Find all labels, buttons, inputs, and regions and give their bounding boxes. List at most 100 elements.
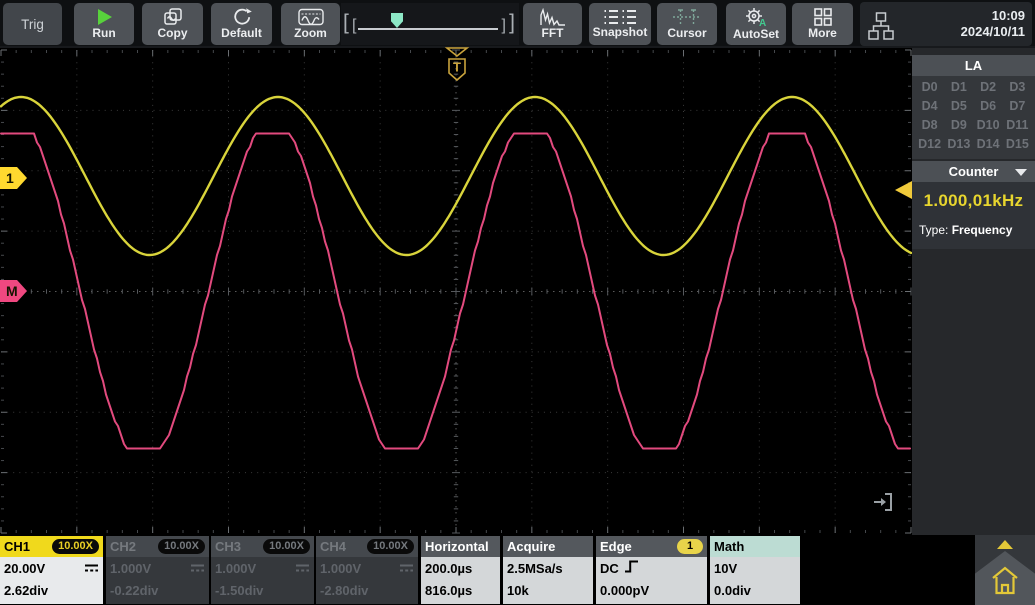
trigger-time-marker[interactable]: T — [443, 46, 471, 89]
ch4-scale: 1.000V — [320, 559, 361, 579]
chevron-down-icon — [1015, 169, 1027, 176]
home-icon[interactable] — [990, 565, 1020, 602]
zoom-button[interactable]: Zoom — [281, 3, 340, 45]
la-title: LA — [965, 58, 982, 73]
acquire-status-box[interactable]: Acquire 2.5MSa/s 10k — [503, 536, 593, 604]
ch1-name: CH1 — [4, 539, 30, 554]
trigger-coupling: DC — [600, 559, 619, 579]
la-channel-D2[interactable]: D2 — [974, 78, 1003, 97]
horizontal-status-box[interactable]: Horizontal 200.0µs 816.0µs — [421, 536, 500, 604]
network-icon[interactable] — [868, 12, 894, 45]
la-channel-D5[interactable]: D5 — [944, 97, 973, 116]
la-channel-D15[interactable]: D15 — [1003, 135, 1032, 154]
ch3-probe-badge: 10.00X — [263, 539, 310, 554]
counter-title: Counter — [949, 164, 999, 179]
snapshot-label: Snapshot — [593, 26, 648, 39]
horizontal-title: Horizontal — [425, 539, 489, 554]
trigger-position-marker[interactable] — [391, 13, 403, 28]
cursor-label: Cursor — [667, 27, 706, 40]
counter-value: 1.000,01kHz — [912, 191, 1035, 211]
collapse-up-icon[interactable] — [997, 540, 1013, 549]
zoom-icon — [298, 8, 324, 26]
clock-time: 10:09 — [961, 8, 1025, 24]
fft-button[interactable]: FFT — [523, 3, 582, 45]
trigger-title: Edge — [600, 539, 632, 554]
counter-body: 1.000,01kHz Type: Frequency — [912, 182, 1035, 249]
la-channel-D10[interactable]: D10 — [974, 116, 1003, 135]
la-channel-D13[interactable]: D13 — [944, 135, 973, 154]
copy-icon — [162, 8, 184, 26]
ch4-name: CH4 — [320, 539, 346, 554]
la-channel-D6[interactable]: D6 — [974, 97, 1003, 116]
ch3-name: CH3 — [215, 539, 241, 554]
ch2-status-box[interactable]: CH2 10.00X 1.000V -0.22div — [106, 536, 209, 604]
counter-panel-header[interactable]: Counter — [912, 161, 1035, 182]
ch1-probe-badge: 10.00X — [52, 539, 99, 554]
acquire-title: Acquire — [507, 539, 555, 554]
collapse-display-icon[interactable] — [872, 491, 894, 518]
la-channel-D9[interactable]: D9 — [944, 116, 973, 135]
default-label: Default — [221, 27, 262, 40]
fft-label: FFT — [542, 27, 564, 40]
la-channel-D8[interactable]: D8 — [915, 116, 944, 135]
horizontal-position: 816.0µs — [425, 581, 472, 601]
autoset-label: AutoSet — [733, 28, 779, 41]
ch3-scale: 1.000V — [215, 559, 256, 579]
la-panel: LA D0D1D2D3 D4D5D6D7 D8D9D10D11 D12D13D14D1… — [912, 55, 1035, 159]
la-channel-D14[interactable]: D14 — [974, 135, 1003, 154]
math-offset: 0.0div — [714, 581, 751, 601]
waveform-canvas[interactable] — [0, 48, 912, 535]
ch3-offset: -1.50div — [215, 581, 263, 601]
trigger-source-badge: 1 — [677, 539, 703, 554]
slider-outer-left-bracket: [ — [343, 11, 349, 35]
dc-coupling-icon — [190, 559, 205, 579]
home-panel[interactable] — [975, 535, 1035, 605]
cursor-icon — [672, 8, 702, 26]
fft-icon — [540, 8, 566, 26]
svg-text:A: A — [759, 18, 766, 27]
cursor-button[interactable]: Cursor — [657, 3, 717, 45]
svg-text:T: T — [453, 60, 461, 75]
la-panel-header[interactable]: LA — [912, 55, 1035, 76]
trigger-status-box[interactable]: Edge 1 DC 0.000pV — [596, 536, 707, 604]
la-channel-D1[interactable]: D1 — [944, 78, 973, 97]
default-button[interactable]: Default — [211, 3, 272, 45]
ch4-offset: -2.80div — [320, 581, 368, 601]
la-channel-D4[interactable]: D4 — [915, 97, 944, 116]
math-status-box[interactable]: Math 10V 0.0div — [710, 536, 800, 604]
waveform-display[interactable]: T 1 M — [0, 48, 912, 535]
run-icon — [94, 8, 114, 26]
autoset-icon: A — [744, 7, 768, 27]
more-icon — [814, 8, 832, 26]
autoset-button[interactable]: A AutoSet — [726, 3, 786, 45]
trigger-position-slider[interactable]: [ [ ] ] — [341, 3, 519, 45]
more-label: More — [808, 27, 837, 40]
slider-track[interactable] — [358, 28, 498, 30]
la-channel-D3[interactable]: D3 — [1003, 78, 1032, 97]
la-channel-D11[interactable]: D11 — [1003, 116, 1032, 135]
clock-date: 2024/10/11 — [961, 24, 1025, 40]
trigger-level: 0.000pV — [600, 581, 649, 601]
more-button[interactable]: More — [792, 3, 853, 45]
run-button[interactable]: Run — [74, 3, 134, 45]
trig-button[interactable]: Trig — [3, 3, 62, 45]
zoom-label: Zoom — [294, 27, 327, 40]
counter-panel: Counter 1.000,01kHz Type: Frequency — [912, 161, 1035, 249]
dc-coupling-icon — [84, 559, 99, 579]
ch1-scale: 20.00V — [4, 559, 45, 579]
dc-coupling-icon — [295, 559, 310, 579]
la-channel-D7[interactable]: D7 — [1003, 97, 1032, 116]
ch3-status-box[interactable]: CH3 10.00X 1.000V -1.50div — [211, 536, 314, 604]
trig-label: Trig — [21, 18, 44, 31]
slider-inner-left-bracket: [ — [352, 14, 356, 38]
ch1-status-box[interactable]: CH1 10.00X 20.00V 2.62div — [0, 536, 103, 604]
copy-button[interactable]: Copy — [142, 3, 203, 45]
snapshot-button[interactable]: Snapshot — [589, 3, 651, 45]
trigger-level-arrow[interactable] — [895, 181, 912, 199]
la-channel-D0[interactable]: D0 — [915, 78, 944, 97]
clock-panel: 10:09 2024/10/11 — [860, 2, 1032, 46]
ch2-offset: -0.22div — [110, 581, 158, 601]
ch4-status-box[interactable]: CH4 10.00X 1.000V -2.80div — [316, 536, 418, 604]
horizontal-timebase: 200.0µs — [425, 559, 472, 579]
la-channel-D12[interactable]: D12 — [915, 135, 944, 154]
